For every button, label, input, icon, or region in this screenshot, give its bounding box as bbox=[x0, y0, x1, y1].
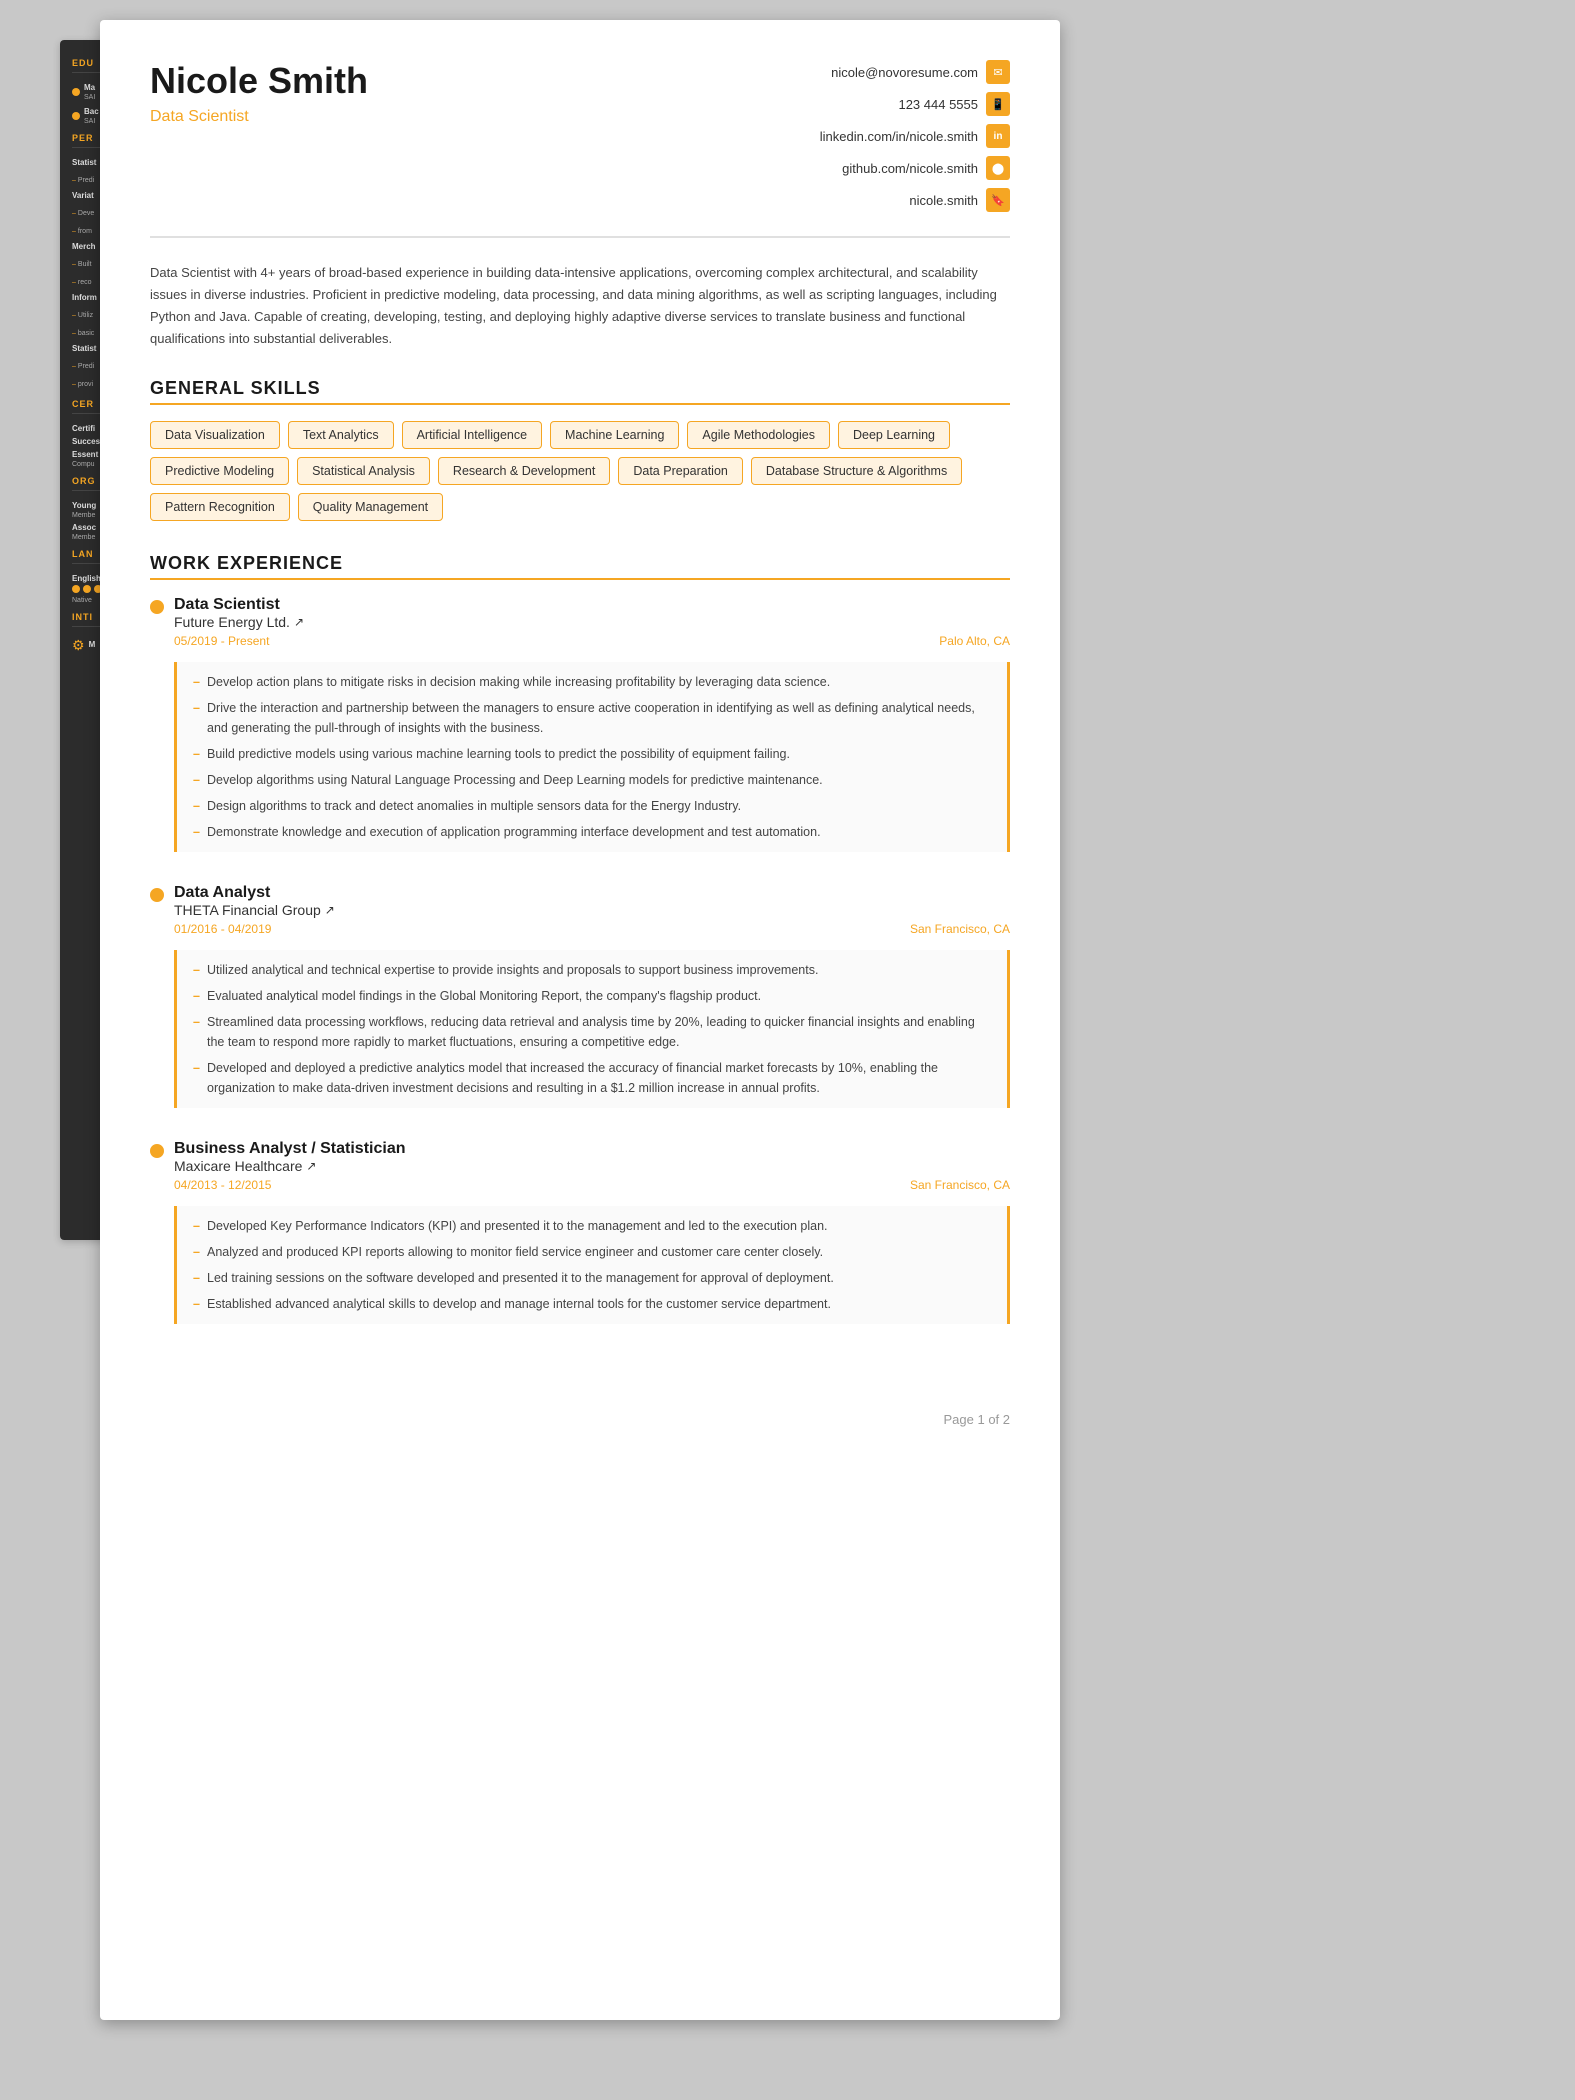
work-title-2: Data Analyst bbox=[174, 884, 1010, 902]
work-bullet: Evaluated analytical model findings in t… bbox=[193, 986, 991, 1006]
page-number: Page 1 of 2 bbox=[100, 1396, 1060, 1443]
work-item-1: Data Scientist Future Energy Ltd. ↗ 05/2… bbox=[150, 596, 1010, 852]
work-location-3: San Francisco, CA bbox=[910, 1178, 1010, 1194]
sidebar-edu-item1: Ma bbox=[84, 83, 95, 92]
summary-section: Data Scientist with 4+ years of broad-ba… bbox=[150, 262, 1010, 350]
work-title-3: Business Analyst / Statistician bbox=[174, 1140, 1010, 1158]
email-text: nicole@novoresume.com bbox=[831, 65, 978, 80]
phone-icon: 📱 bbox=[986, 92, 1010, 116]
work-company-1: Future Energy Ltd. ↗ bbox=[174, 614, 1010, 630]
candidate-name: Nicole Smith bbox=[150, 60, 368, 102]
work-dot-2 bbox=[150, 888, 164, 902]
skill-tag: Data Preparation bbox=[618, 457, 743, 485]
sidebar-edu-school2: SAI bbox=[84, 118, 99, 125]
portfolio-icon: 🔖 bbox=[986, 188, 1010, 212]
skill-tag: Deep Learning bbox=[838, 421, 950, 449]
skill-tag: Research & Development bbox=[438, 457, 610, 485]
work-dates-3: 04/2013 - 12/2015 bbox=[174, 1178, 271, 1192]
sidebar-edu-item2: Bac bbox=[84, 107, 99, 116]
contact-area: nicole@novoresume.com ✉ 123 444 5555 📱 l… bbox=[820, 60, 1010, 212]
work-title-1: Data Scientist bbox=[174, 596, 1010, 614]
sidebar-edu-school1: SAI bbox=[84, 94, 95, 101]
skill-tag: Machine Learning bbox=[550, 421, 679, 449]
skills-grid: Data Visualization Text Analytics Artifi… bbox=[150, 421, 1010, 521]
linkedin-text: linkedin.com/in/nicole.smith bbox=[820, 129, 978, 144]
work-dot-1 bbox=[150, 600, 164, 614]
work-bullet: Led training sessions on the software de… bbox=[193, 1268, 991, 1288]
work-location-1: Palo Alto, CA bbox=[939, 634, 1010, 650]
work-bullets-2: Utilized analytical and technical expert… bbox=[174, 950, 1010, 1108]
work-bullet: Analyzed and produced KPI reports allowi… bbox=[193, 1242, 991, 1262]
skill-tag: Text Analytics bbox=[288, 421, 394, 449]
work-bullet: Demonstrate knowledge and execution of a… bbox=[193, 822, 991, 842]
candidate-job-title: Data Scientist bbox=[150, 108, 368, 126]
skill-tag: Pattern Recognition bbox=[150, 493, 290, 521]
work-bullet: Develop action plans to mitigate risks i… bbox=[193, 672, 991, 692]
interest-icon: ⚙ bbox=[72, 637, 85, 654]
company-link-icon-1: ↗ bbox=[294, 615, 304, 629]
page-main: Nicole Smith Data Scientist nicole@novor… bbox=[100, 20, 1060, 2020]
company-name-2: THETA Financial Group bbox=[174, 902, 321, 918]
skill-tag: Statistical Analysis bbox=[297, 457, 430, 485]
work-bullet: Established advanced analytical skills t… bbox=[193, 1294, 991, 1314]
work-bullet: Streamlined data processing workflows, r… bbox=[193, 1012, 991, 1052]
skill-tag: Artificial Intelligence bbox=[402, 421, 542, 449]
work-bullet: Build predictive models using various ma… bbox=[193, 744, 991, 764]
header-section: Nicole Smith Data Scientist nicole@novor… bbox=[150, 60, 1010, 238]
github-icon: ⬤ bbox=[986, 156, 1010, 180]
work-bullets-1: Develop action plans to mitigate risks i… bbox=[174, 662, 1010, 852]
work-experience-section: WORK EXPERIENCE Data Scientist Future En… bbox=[150, 553, 1010, 1324]
work-company-2: THETA Financial Group ↗ bbox=[174, 902, 1010, 918]
work-dates-2: 01/2016 - 04/2019 bbox=[174, 922, 271, 936]
work-location-2: San Francisco, CA bbox=[910, 922, 1010, 938]
portfolio-text: nicole.smith bbox=[909, 193, 978, 208]
phone-text: 123 444 5555 bbox=[898, 97, 978, 112]
skills-section: GENERAL SKILLS Data Visualization Text A… bbox=[150, 378, 1010, 521]
skill-tag: Predictive Modeling bbox=[150, 457, 289, 485]
work-bullet: Utilized analytical and technical expert… bbox=[193, 960, 991, 980]
linkedin-icon: in bbox=[986, 124, 1010, 148]
summary-text: Data Scientist with 4+ years of broad-ba… bbox=[150, 262, 1010, 350]
work-dot-3 bbox=[150, 1144, 164, 1158]
skill-tag: Database Structure & Algorithms bbox=[751, 457, 962, 485]
contact-linkedin: linkedin.com/in/nicole.smith in bbox=[820, 124, 1010, 148]
contact-github: github.com/nicole.smith ⬤ bbox=[842, 156, 1010, 180]
work-bullet: Developed Key Performance Indicators (KP… bbox=[193, 1216, 991, 1236]
work-bullets-3: Developed Key Performance Indicators (KP… bbox=[174, 1206, 1010, 1324]
email-icon: ✉ bbox=[986, 60, 1010, 84]
company-link-icon-2: ↗ bbox=[325, 903, 335, 917]
sidebar-int-1: M bbox=[89, 640, 96, 649]
work-bullet: Develop algorithms using Natural Languag… bbox=[193, 770, 991, 790]
contact-email: nicole@novoresume.com ✉ bbox=[831, 60, 1010, 84]
skill-tag: Quality Management bbox=[298, 493, 443, 521]
work-bullet: Developed and deployed a predictive anal… bbox=[193, 1058, 991, 1098]
skill-tag: Data Visualization bbox=[150, 421, 280, 449]
work-item-2: Data Analyst THETA Financial Group ↗ 01/… bbox=[150, 884, 1010, 1108]
github-text: github.com/nicole.smith bbox=[842, 161, 978, 176]
company-name-1: Future Energy Ltd. bbox=[174, 614, 290, 630]
company-name-3: Maxicare Healthcare bbox=[174, 1158, 302, 1174]
skill-tag: Agile Methodologies bbox=[687, 421, 830, 449]
company-link-icon-3: ↗ bbox=[306, 1159, 316, 1173]
work-section-title: WORK EXPERIENCE bbox=[150, 553, 1010, 580]
name-area: Nicole Smith Data Scientist bbox=[150, 60, 368, 126]
skills-section-title: GENERAL SKILLS bbox=[150, 378, 1010, 405]
work-dates-1: 05/2019 - Present bbox=[174, 634, 269, 648]
work-bullet: Design algorithms to track and detect an… bbox=[193, 796, 991, 816]
page-wrapper: EDU Ma SAI Bac SAI bbox=[0, 0, 1575, 2100]
contact-phone: 123 444 5555 📱 bbox=[898, 92, 1010, 116]
work-bullet: Drive the interaction and partnership be… bbox=[193, 698, 991, 738]
contact-portfolio: nicole.smith 🔖 bbox=[909, 188, 1010, 212]
work-company-3: Maxicare Healthcare ↗ bbox=[174, 1158, 1010, 1174]
work-item-3: Business Analyst / Statistician Maxicare… bbox=[150, 1140, 1010, 1324]
